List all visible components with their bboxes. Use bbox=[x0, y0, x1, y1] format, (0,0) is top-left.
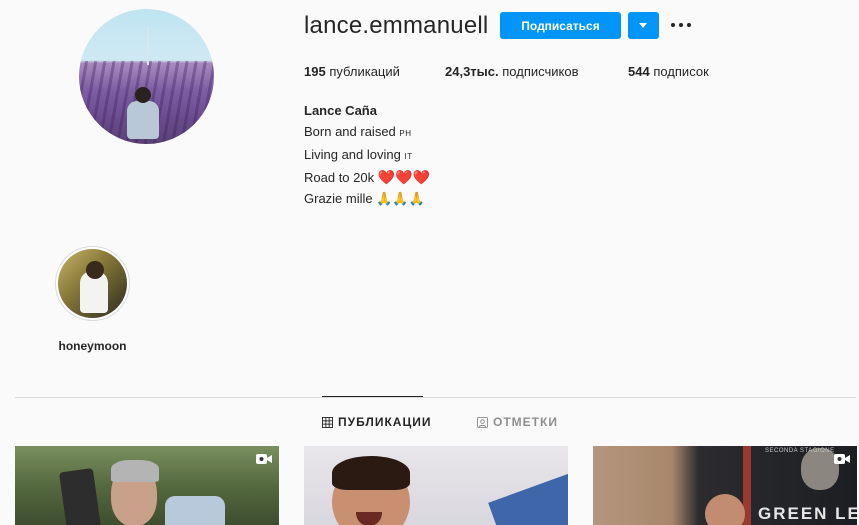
heart-emoji-icon: ❤️❤️❤️ bbox=[377, 169, 431, 185]
video-icon bbox=[834, 454, 850, 464]
followers-count-value: 24,3тыс. bbox=[445, 64, 499, 79]
post-photo-poster-subtitle: SECONDA STAGIONE bbox=[765, 448, 835, 454]
tab-posts[interactable]: ПУБЛИКАЦИИ bbox=[322, 415, 431, 429]
bio-flag-ph: PH bbox=[399, 129, 412, 138]
more-options-button[interactable] bbox=[670, 17, 692, 33]
bio-flag-it: IT bbox=[404, 152, 413, 161]
following-count-value: 544 bbox=[628, 64, 650, 79]
bio-line-1: Born and raised PH bbox=[304, 121, 430, 144]
more-dot-icon bbox=[687, 23, 691, 27]
more-dot-icon bbox=[671, 23, 675, 27]
followers-count[interactable]: 24,3тыс. подписчиков bbox=[445, 64, 578, 79]
bio-line-4-text: Grazie mille bbox=[304, 191, 373, 206]
bio-line-3: Road to 20k ❤️❤️❤️ bbox=[304, 167, 430, 188]
following-count-label: подписок bbox=[653, 64, 709, 79]
post-photo-shirt bbox=[165, 496, 225, 525]
active-tab-indicator bbox=[322, 396, 423, 397]
video-icon bbox=[256, 454, 272, 464]
avatar-pole bbox=[147, 27, 149, 65]
post-tile[interactable] bbox=[304, 446, 568, 525]
post-photo-baby-hair bbox=[332, 456, 410, 490]
post-tile[interactable] bbox=[15, 446, 279, 525]
bio-line-3-text: Road to 20k bbox=[304, 170, 375, 185]
post-photo-blue-cloth bbox=[488, 472, 568, 525]
more-dot-icon bbox=[679, 23, 683, 27]
tagged-user-icon bbox=[477, 416, 488, 428]
follow-button[interactable]: Подписаться bbox=[500, 12, 621, 39]
tab-tagged[interactable]: ОТМЕТКИ bbox=[477, 415, 558, 429]
avatar-person-head bbox=[135, 87, 151, 103]
grid-icon bbox=[322, 416, 333, 428]
posts-count-value: 195 bbox=[304, 64, 326, 79]
highlight-figure-hair bbox=[86, 261, 104, 279]
bio-line-2-text: Living and loving bbox=[304, 147, 401, 162]
followers-count-label: подписчиков bbox=[502, 64, 579, 79]
profile-page: lance.emmanuell Подписаться 195 публикац… bbox=[0, 0, 859, 525]
post-photo-phone bbox=[58, 467, 102, 525]
praying-hands-emoji-icon: 🙏🙏🙏 bbox=[376, 191, 425, 206]
bio-line-1-text: Born and raised bbox=[304, 124, 396, 139]
avatar-person-body bbox=[127, 101, 159, 139]
following-count[interactable]: 544 подписок bbox=[628, 64, 709, 79]
bio-line-4: Grazie mille 🙏🙏🙏 bbox=[304, 188, 430, 209]
post-photo-poster-title: GREEN LEAF bbox=[758, 504, 857, 523]
chevron-down-icon bbox=[639, 23, 647, 28]
tab-posts-label: ПУБЛИКАЦИИ bbox=[338, 415, 432, 429]
post-tile[interactable]: SECONDA STAGIONE GREEN LEAF bbox=[593, 446, 857, 525]
tabs-divider bbox=[15, 397, 856, 398]
post-photo-hand bbox=[705, 494, 745, 525]
highlight-ring bbox=[55, 246, 130, 321]
profile-username: lance.emmanuell bbox=[304, 12, 489, 39]
highlight-cover-image bbox=[58, 249, 127, 318]
posts-count: 195 публикаций bbox=[304, 64, 400, 79]
posts-count-label: публикаций bbox=[329, 64, 400, 79]
bio-line-2: Living and loving IT bbox=[304, 144, 430, 167]
highlight-label: honeymoon bbox=[58, 339, 127, 353]
bio-full-name: Lance Caña bbox=[304, 103, 377, 118]
profile-bio: Lance Caña Born and raised PH Living and… bbox=[304, 100, 430, 209]
suggested-dropdown-button[interactable] bbox=[628, 12, 659, 39]
story-highlight-honeymoon[interactable]: honeymoon bbox=[55, 246, 130, 353]
post-photo-hair bbox=[111, 460, 159, 482]
tab-tagged-label: ОТМЕТКИ bbox=[493, 415, 558, 429]
profile-avatar[interactable] bbox=[79, 9, 214, 144]
